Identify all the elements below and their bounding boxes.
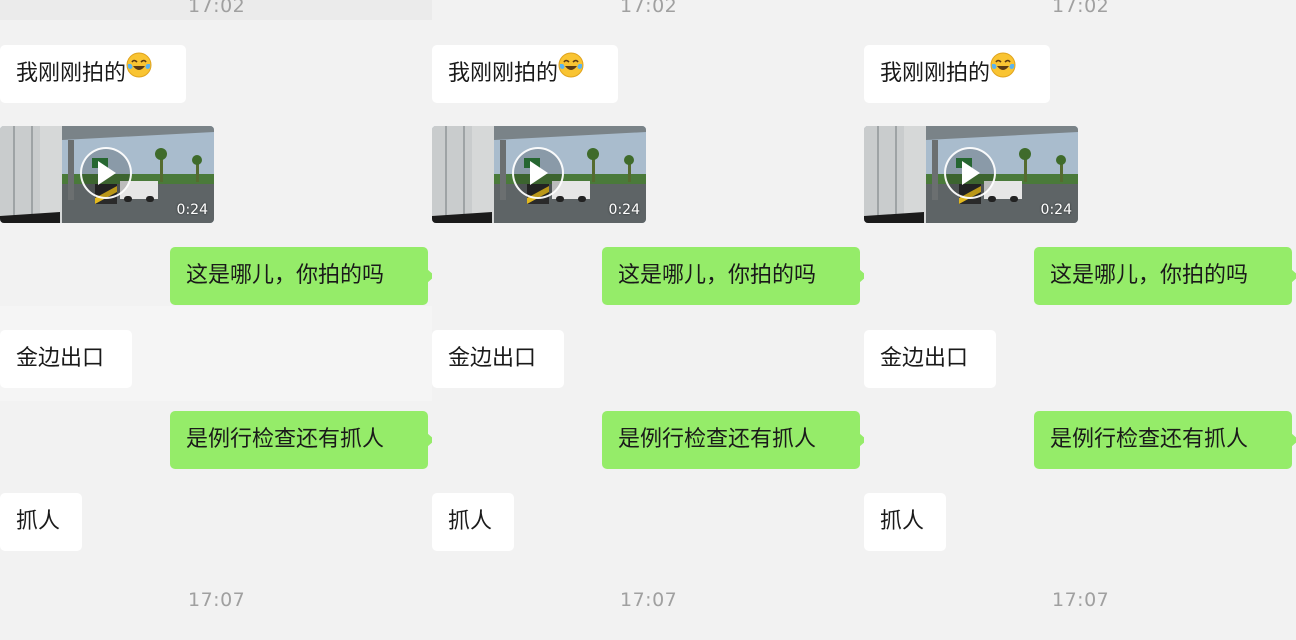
timestamp-top: 17:02	[1052, 0, 1110, 17]
message-incoming-photo-note[interactable]: 我刚刚拍的	[432, 45, 618, 103]
message-text: 是例行检查还有抓人	[618, 427, 817, 452]
message-incoming-photo-note[interactable]: 我刚刚拍的	[864, 45, 1050, 103]
message-incoming-location[interactable]: 金边出口	[432, 330, 564, 388]
video-message[interactable]: 0:24	[864, 126, 1078, 223]
video-message[interactable]: 0:24	[0, 126, 214, 223]
message-text: 金边出口	[16, 346, 105, 371]
timestamp-bottom: 17:07	[1052, 589, 1110, 611]
message-text: 这是哪儿，你拍的吗	[186, 263, 385, 288]
play-icon[interactable]	[80, 147, 132, 199]
message-incoming-arrest[interactable]: 抓人	[864, 493, 946, 551]
message-text: 我刚刚拍的	[448, 61, 559, 86]
play-icon[interactable]	[944, 147, 996, 199]
face-with-tears-of-joy-icon	[990, 43, 1016, 101]
message-text: 是例行检查还有抓人	[186, 427, 385, 452]
message-incoming-photo-note[interactable]: 我刚刚拍的	[0, 45, 186, 103]
message-incoming-location[interactable]: 金边出口	[0, 330, 132, 388]
message-outgoing-where[interactable]: 这是哪儿，你拍的吗	[602, 247, 864, 305]
message-incoming-location[interactable]: 金边出口	[864, 330, 996, 388]
timestamp-top: 17:02	[188, 0, 246, 17]
message-outgoing-question[interactable]: 是例行检查还有抓人	[602, 411, 864, 469]
play-icon[interactable]	[512, 147, 564, 199]
chat-strip-2: 17:02 我刚刚拍的 0:24 这是哪儿，你拍的吗 金边出口 是例行检查还有抓…	[432, 0, 864, 640]
message-incoming-arrest[interactable]: 抓人	[432, 493, 514, 551]
message-outgoing-where[interactable]: 这是哪儿，你拍的吗	[1034, 247, 1296, 305]
video-message[interactable]: 0:24	[432, 126, 646, 223]
message-text: 抓人	[880, 509, 925, 534]
video-duration: 0:24	[1040, 202, 1072, 218]
video-duration: 0:24	[608, 202, 640, 218]
message-outgoing-question[interactable]: 是例行检查还有抓人	[170, 411, 432, 469]
video-duration: 0:24	[176, 202, 208, 218]
chat-strip-1: 17:02 我刚刚拍的 0:24 这是哪儿，你拍的吗 金边出口 是例行检查还有抓…	[0, 0, 432, 640]
message-incoming-arrest[interactable]: 抓人	[0, 493, 82, 551]
message-text: 我刚刚拍的	[16, 61, 127, 86]
message-text: 抓人	[16, 509, 61, 534]
message-text: 这是哪儿，你拍的吗	[618, 263, 817, 288]
timestamp-bottom: 17:07	[188, 589, 246, 611]
face-with-tears-of-joy-icon	[558, 43, 584, 101]
face-with-tears-of-joy-icon	[126, 43, 152, 101]
message-text: 我刚刚拍的	[880, 61, 991, 86]
message-text: 这是哪儿，你拍的吗	[1050, 263, 1249, 288]
message-text: 抓人	[448, 509, 493, 534]
message-text: 金边出口	[880, 346, 969, 371]
message-text: 是例行检查还有抓人	[1050, 427, 1249, 452]
message-outgoing-where[interactable]: 这是哪儿，你拍的吗	[170, 247, 432, 305]
timestamp-bottom: 17:07	[620, 589, 678, 611]
message-text: 金边出口	[448, 346, 537, 371]
timestamp-top: 17:02	[620, 0, 678, 17]
chat-strip-3: 17:02 我刚刚拍的 0:24 这是哪儿，你拍的吗 金边出口 是例行检查还有抓…	[864, 0, 1296, 640]
message-outgoing-question[interactable]: 是例行检查还有抓人	[1034, 411, 1296, 469]
